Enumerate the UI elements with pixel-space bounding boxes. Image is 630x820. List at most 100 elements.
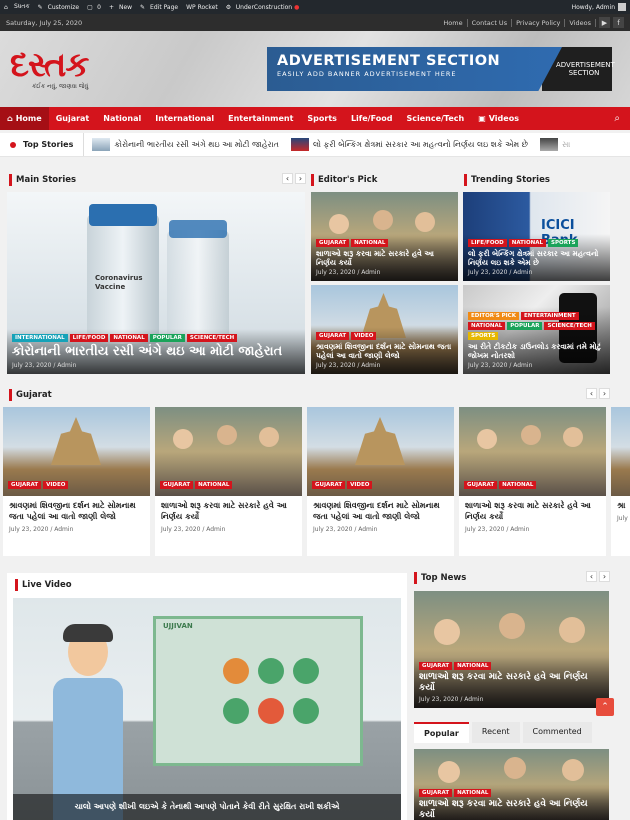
admin-edit-page[interactable]: ✎ Edit Page	[140, 4, 178, 11]
category-tag[interactable]: NATIONAL	[454, 789, 492, 798]
card-headline[interactable]: આ રીતે ટીકટોક ડાઉનલોડ કરવામાં તમે મોટું …	[468, 342, 605, 360]
top-link-videos[interactable]: Videos	[565, 18, 596, 27]
next-arrow-icon[interactable]: ›	[599, 571, 610, 582]
trending-card[interactable]: ICICI Bank LIFE/FOOD NATIONAL SPORTS લો …	[463, 192, 610, 281]
main-nav: ⌂ Home Gujarat National International Ent…	[0, 107, 630, 130]
category-tag[interactable]: POPULAR	[149, 334, 185, 343]
category-tag[interactable]: SCIENCE/TECH	[544, 322, 595, 330]
category-tag[interactable]: SPORTS	[548, 239, 579, 247]
search-icon[interactable]: ⌕	[604, 113, 630, 124]
facebook-icon[interactable]: f	[613, 17, 624, 28]
prev-arrow-icon[interactable]: ‹	[282, 173, 293, 184]
card-headline[interactable]: શ્રા	[611, 496, 630, 512]
post-meta: July 23, 2020 / Admin	[468, 269, 533, 276]
card-headline[interactable]: શ્રાવણમાં શિવજીના દર્શન માટે સોમનાથ જતા …	[307, 496, 454, 523]
card-image	[611, 407, 630, 496]
nav-lifefood[interactable]: Life/Food	[344, 107, 400, 130]
gujarat-card-peek[interactable]: શ્રા July	[611, 407, 630, 556]
admin-new[interactable]: + New	[109, 4, 132, 11]
category-tag[interactable]: VIDEO	[351, 332, 377, 340]
tab-card[interactable]: GUJARAT NATIONAL શાળાઓ શરૂ કરવા માટે સરક…	[414, 749, 609, 820]
nav-national[interactable]: National	[96, 107, 148, 130]
gujarat-card[interactable]: GUJARAT VIDEO શ્રાવણમાં શિવજીના દર્શન મા…	[3, 407, 150, 556]
category-tag[interactable]: LIFE/FOOD	[69, 334, 109, 343]
category-tag[interactable]: NATIONAL	[508, 239, 547, 247]
next-arrow-icon[interactable]: ›	[599, 388, 610, 399]
category-tag[interactable]: GUJARAT	[419, 789, 453, 798]
youtube-icon[interactable]: ▶	[599, 17, 610, 28]
admin-under-construction[interactable]: ⚙ UnderConstruction ●	[226, 4, 300, 11]
trending-card[interactable]: EDITOR'S PICK ENTERTAINMENT NATIONAL POP…	[463, 285, 610, 374]
category-tag[interactable]: GUJARAT	[160, 481, 194, 489]
category-tag[interactable]: GUJARAT	[316, 332, 350, 340]
category-tag[interactable]: EDITOR'S PICK	[468, 312, 519, 320]
card-headline[interactable]: શાળાઓ શરૂ કરવા માટે સરકારે હવે આ નિર્ણય …	[419, 672, 604, 694]
admin-comments[interactable]: ▢ 0	[87, 4, 101, 11]
category-tag[interactable]: GUJARAT	[312, 481, 346, 489]
tab-popular[interactable]: Popular	[414, 722, 469, 743]
category-tag[interactable]: POPULAR	[507, 322, 543, 330]
admin-site[interactable]: ⌂ Sધતક	[4, 3, 30, 11]
gujarat-card[interactable]: GUJARAT NATIONAL શાળાઓ શરૂ કરવા માટે સરક…	[459, 407, 606, 556]
admin-customize[interactable]: ✎ Customize	[38, 4, 80, 11]
card-headline[interactable]: શાળાઓ શરૂ કરવા માટે સરકારે હવે આ નિર્ણય …	[316, 249, 453, 267]
category-tag[interactable]: NATIONAL	[468, 322, 506, 330]
admin-wp-rocket[interactable]: WP Rocket	[186, 4, 218, 11]
editors-pick-card[interactable]: GUJARAT NATIONAL શાળાઓ શરૂ કરવા માટે સરક…	[311, 192, 458, 281]
nav-home[interactable]: ⌂ Home	[0, 107, 49, 130]
nav-sciencetech[interactable]: Science/Tech	[399, 107, 471, 130]
ticker-item[interactable]: સા	[539, 138, 570, 151]
category-tag[interactable]: SCIENCE/TECH	[186, 334, 238, 343]
admin-site-label: Sધતક	[14, 3, 30, 10]
card-headline[interactable]: શ્રાવણમાં શિવજીના દર્શન માટે સોમનાથ જતા …	[3, 496, 150, 523]
admin-account[interactable]: Howdy, Admin	[572, 3, 626, 11]
category-tag[interactable]: GUJARAT	[464, 481, 498, 489]
prev-arrow-icon[interactable]: ‹	[586, 571, 597, 582]
nav-gujarat[interactable]: Gujarat	[49, 107, 97, 130]
tab-recent[interactable]: Recent	[471, 722, 520, 743]
gujarat-card[interactable]: GUJARAT NATIONAL શાળાઓ શરૂ કરવા માટે સરક…	[155, 407, 302, 556]
category-tag[interactable]: GUJARAT	[419, 662, 453, 671]
top-link-home[interactable]: Home	[439, 18, 468, 27]
nav-entertainment[interactable]: Entertainment	[221, 107, 300, 130]
back-to-top-icon[interactable]: ⌃	[596, 698, 614, 716]
card-image: GUJARAT VIDEO	[307, 407, 454, 496]
card-headline[interactable]: શાળાઓ શરૂ કરવા માટે સરકારે હવે આ નિર્ણય …	[419, 799, 604, 820]
category-tag[interactable]: VIDEO	[43, 481, 69, 489]
header-ad-banner[interactable]: ADVERTISEMENT SECTION EASILY ADD BANNER …	[267, 47, 615, 91]
category-tag[interactable]: NATIONAL	[351, 239, 389, 247]
category-tag[interactable]: GUJARAT	[8, 481, 42, 489]
gujarat-card[interactable]: GUJARAT VIDEO શ્રાવણમાં શિવજીના દર્શન મા…	[307, 407, 454, 556]
card-headline[interactable]: શાળાઓ શરૂ કરવા માટે સરકારે હવે આ નિર્ણય …	[459, 496, 606, 523]
ticker-item[interactable]: લો ફરી બેન્કિંગ ક્ષેત્રમાં સરકાર આ મહત્વ…	[290, 138, 528, 151]
editors-pick-card[interactable]: GUJARAT VIDEO શ્રાવણમાં શિવજીના દર્શન મા…	[311, 285, 458, 374]
student-image	[477, 429, 497, 449]
card-headline[interactable]: શાળાઓ શરૂ કરવા માટે સરકારે હવે આ નિર્ણય …	[155, 496, 302, 523]
nav-videos[interactable]: ▣ Videos	[471, 107, 526, 130]
category-tag[interactable]: GUJARAT	[316, 239, 350, 247]
category-tag[interactable]: NATIONAL	[110, 334, 148, 343]
category-tag[interactable]: VIDEO	[347, 481, 373, 489]
category-tag[interactable]: ENTERTAINMENT	[520, 312, 579, 320]
site-logo[interactable]: દસ્તક કંઈક નવું, જાણવા જેવું	[10, 45, 89, 91]
category-tag[interactable]: SPORTS	[468, 332, 499, 340]
main-story-headline[interactable]: કોરોનાની ભારતીય રસી અંગે થઇ આ મોટી જાહેર…	[12, 344, 300, 360]
prev-arrow-icon[interactable]: ‹	[586, 388, 597, 399]
next-arrow-icon[interactable]: ›	[295, 173, 306, 184]
top-link-privacy[interactable]: Privacy Policy	[512, 18, 566, 27]
main-story-card[interactable]: Coronavirus Vaccine INTERNATIONAL LIFE/F…	[7, 192, 305, 374]
top-link-contact[interactable]: Contact Us	[468, 18, 513, 27]
category-tag[interactable]: NATIONAL	[499, 481, 537, 489]
ticker-item[interactable]: કોરોનાની ભારતીય રસી અંગે થઇ આ મોટી જાહેર…	[92, 138, 279, 151]
card-headline[interactable]: શ્રાવણમાં શિવજીના દર્શન માટે સોમનાથ જતા …	[316, 342, 453, 360]
category-tag[interactable]: NATIONAL	[454, 662, 492, 671]
nav-sports[interactable]: Sports	[300, 107, 344, 130]
card-headline[interactable]: લો ફરી બેન્કિંગ ક્ષેત્રમાં સરકાર આ મહત્વ…	[468, 249, 605, 267]
category-tag[interactable]: INTERNATIONAL	[12, 334, 68, 343]
category-tag[interactable]: NATIONAL	[195, 481, 233, 489]
category-tag[interactable]: LIFE/FOOD	[468, 239, 507, 247]
live-video-player[interactable]: UJJIVAN ચાલો આપણે શીખી લઇએ કે તેનાથી આપણ…	[13, 598, 401, 820]
top-news-card[interactable]: GUJARAT NATIONAL શાળાઓ શરૂ કરવા માટે સરક…	[414, 591, 609, 708]
tab-commented[interactable]: Commented	[522, 722, 592, 743]
nav-international[interactable]: International	[148, 107, 221, 130]
